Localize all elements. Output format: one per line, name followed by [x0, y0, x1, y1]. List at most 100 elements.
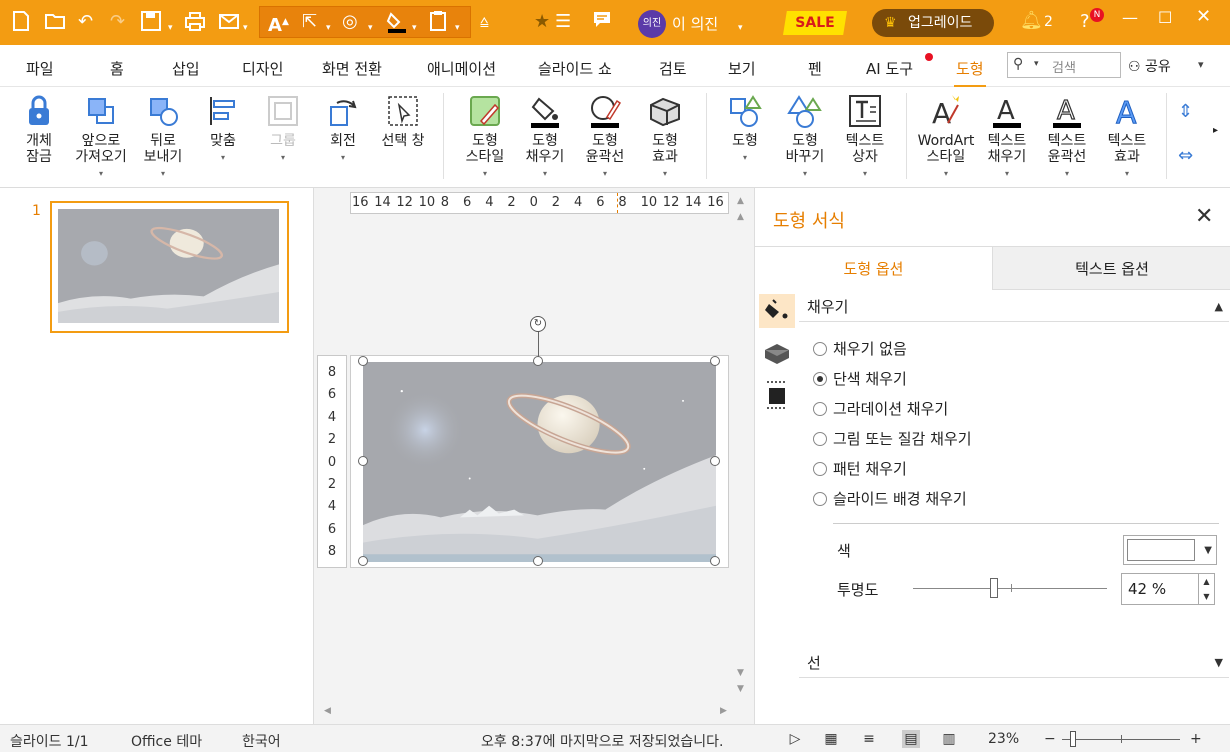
theme-name[interactable]: Office 테마: [131, 731, 202, 751]
share-button[interactable]: ⚇ 공유: [1128, 56, 1171, 76]
font-size-icon[interactable]: A▲: [268, 10, 289, 38]
customize-icon[interactable]: ⩠: [480, 10, 489, 34]
fill-option[interactable]: 패턴 채우기: [813, 458, 907, 480]
undo-icon[interactable]: ↶: [78, 10, 93, 34]
shape-style-button[interactable]: 도형 스타일 ▾: [458, 87, 512, 187]
save-dropdown-icon[interactable]: ▾: [168, 16, 173, 40]
transparency-slider-thumb[interactable]: [990, 578, 999, 598]
select-pointer-icon[interactable]: ⇱: [302, 10, 317, 34]
change-shape-button[interactable]: 도형 바꾸기 ▾: [778, 87, 832, 187]
bring-forward-button[interactable]: 앞으로 가져오기 ▾: [68, 87, 134, 187]
transparency-input[interactable]: 42 %: [1121, 573, 1199, 605]
line-section-header[interactable]: 선 ▼: [799, 648, 1229, 678]
rotate-button[interactable]: 회전 ▾: [318, 87, 368, 187]
selection-pane-button[interactable]: 선택 창: [372, 87, 434, 187]
scroll-up-icon[interactable]: ▲: [737, 212, 744, 222]
menu-animations[interactable]: 애니메이션: [427, 58, 496, 79]
mail-dropdown-icon[interactable]: ▾: [243, 16, 248, 40]
resize-handle-w[interactable]: [358, 456, 368, 466]
fill-option[interactable]: 슬라이드 배경 채우기: [813, 488, 967, 510]
radio-button[interactable]: [813, 432, 827, 446]
outline-view-icon[interactable]: ≡: [860, 730, 878, 748]
slide-thumbnail[interactable]: [50, 201, 289, 333]
pointer-dropdown-icon[interactable]: ▾: [326, 16, 331, 40]
paste-special-icon[interactable]: [428, 10, 448, 32]
spin-down-icon[interactable]: ▼: [1199, 589, 1214, 604]
scroll-down-icon[interactable]: ▼: [737, 668, 744, 678]
resize-handle-sw[interactable]: [358, 556, 368, 566]
effects-icon[interactable]: [759, 336, 795, 370]
zoom-slider-thumb[interactable]: [1070, 731, 1076, 747]
maximize-icon[interactable]: ☐: [1158, 8, 1172, 27]
reading-view-icon[interactable]: ▥: [940, 730, 958, 748]
shape-fill-button[interactable]: 도형 채우기 ▾: [518, 87, 572, 187]
star-icon[interactable]: ★: [534, 10, 550, 34]
grid-view-icon[interactable]: ▦: [822, 730, 840, 748]
menu-ai-tools[interactable]: AI 도구: [866, 58, 913, 79]
spin-up-icon[interactable]: ▲: [1199, 574, 1214, 589]
color-picker[interactable]: ▼: [1123, 535, 1217, 565]
mail-icon[interactable]: [218, 10, 240, 32]
collapse-ribbon-icon[interactable]: ▾: [1198, 58, 1204, 71]
normal-view-icon[interactable]: ▤: [902, 730, 920, 748]
shapes-button[interactable]: 도형 ▾: [720, 87, 770, 187]
comment-icon[interactable]: [592, 10, 612, 30]
shape-icon[interactable]: ◎: [342, 10, 358, 34]
close-icon[interactable]: ✕: [1195, 204, 1213, 229]
save-icon[interactable]: [140, 10, 162, 32]
menu-pen[interactable]: 펜: [808, 58, 822, 79]
radio-button[interactable]: [813, 492, 827, 506]
bell-icon[interactable]: 🔔︎: [1020, 10, 1043, 31]
transparency-spinner[interactable]: ▲ ▼: [1199, 573, 1215, 605]
menu-home[interactable]: 홈: [110, 58, 124, 79]
shape-dropdown-icon[interactable]: ▾: [368, 16, 373, 40]
new-doc-icon[interactable]: [12, 10, 30, 32]
align-button[interactable]: 맞춤 ▾: [198, 87, 248, 187]
fill-line-icon[interactable]: [759, 294, 795, 328]
fill-color-icon[interactable]: [386, 10, 408, 34]
zoom-out-button[interactable]: −: [1044, 731, 1056, 747]
radio-button[interactable]: [813, 342, 827, 356]
menu-file[interactable]: 파일: [26, 58, 54, 79]
print-icon[interactable]: [184, 10, 206, 32]
fill-option[interactable]: 그라데이션 채우기: [813, 398, 948, 420]
search-dropdown-icon[interactable]: ▾: [1034, 59, 1039, 69]
menu-slideshow[interactable]: 슬라이드 쇼: [538, 58, 612, 79]
resize-handle-n[interactable]: [533, 356, 543, 366]
resize-handle-nw[interactable]: [358, 356, 368, 366]
search-input[interactable]: ⚲ ▾ 검색: [1007, 52, 1121, 78]
text-outline-button[interactable]: A 텍스트 윤곽선 ▾: [1040, 87, 1094, 187]
text-box-button[interactable]: 텍스트 상자 ▾: [838, 87, 892, 187]
fill-option[interactable]: 그림 또는 질감 채우기: [813, 428, 972, 450]
radio-button[interactable]: [813, 462, 827, 476]
slideshow-icon[interactable]: ▷: [786, 730, 804, 748]
scroll-left-icon[interactable]: ◀: [324, 706, 331, 716]
menu-insert[interactable]: 삽입: [172, 58, 200, 79]
help-icon[interactable]: ?: [1080, 10, 1090, 34]
group-button[interactable]: 그룹 ▾: [258, 87, 308, 187]
close-window-icon[interactable]: ✕: [1196, 6, 1211, 27]
size-properties-icon[interactable]: [759, 378, 795, 412]
space-image[interactable]: [363, 362, 716, 562]
fill-section-header[interactable]: 채우기 ▲: [799, 292, 1229, 322]
send-backward-button[interactable]: 뒤로 보내기 ▾: [138, 87, 188, 187]
resize-handle-e[interactable]: [710, 456, 720, 466]
avatar[interactable]: 의진: [638, 10, 666, 38]
scroll-down-icon[interactable]: ▼: [737, 684, 744, 694]
user-dropdown-icon[interactable]: ▾: [738, 16, 743, 40]
zoom-level[interactable]: 23%: [988, 731, 1019, 747]
rotate-handle-icon[interactable]: ↻: [530, 316, 546, 332]
wordart-style-button[interactable]: A WordArt 스타일 ▾: [914, 87, 978, 187]
resize-handle-s[interactable]: [533, 556, 543, 566]
upgrade-button[interactable]: ♛ 업그레이드: [872, 9, 994, 37]
text-direction-icon[interactable]: ⇕: [1178, 101, 1193, 122]
radio-button[interactable]: [813, 372, 827, 386]
text-effect-button[interactable]: A 텍스트 효과 ▾: [1100, 87, 1154, 187]
fill-option[interactable]: 단색 채우기: [813, 368, 907, 390]
sale-badge[interactable]: SALE: [783, 11, 847, 35]
menu-review[interactable]: 검토: [659, 58, 687, 79]
radio-button[interactable]: [813, 402, 827, 416]
fill-option[interactable]: 채우기 없음: [813, 338, 907, 360]
shape-effect-button[interactable]: 도형 효과 ▾: [638, 87, 692, 187]
menu-shape[interactable]: 도형: [954, 58, 986, 88]
